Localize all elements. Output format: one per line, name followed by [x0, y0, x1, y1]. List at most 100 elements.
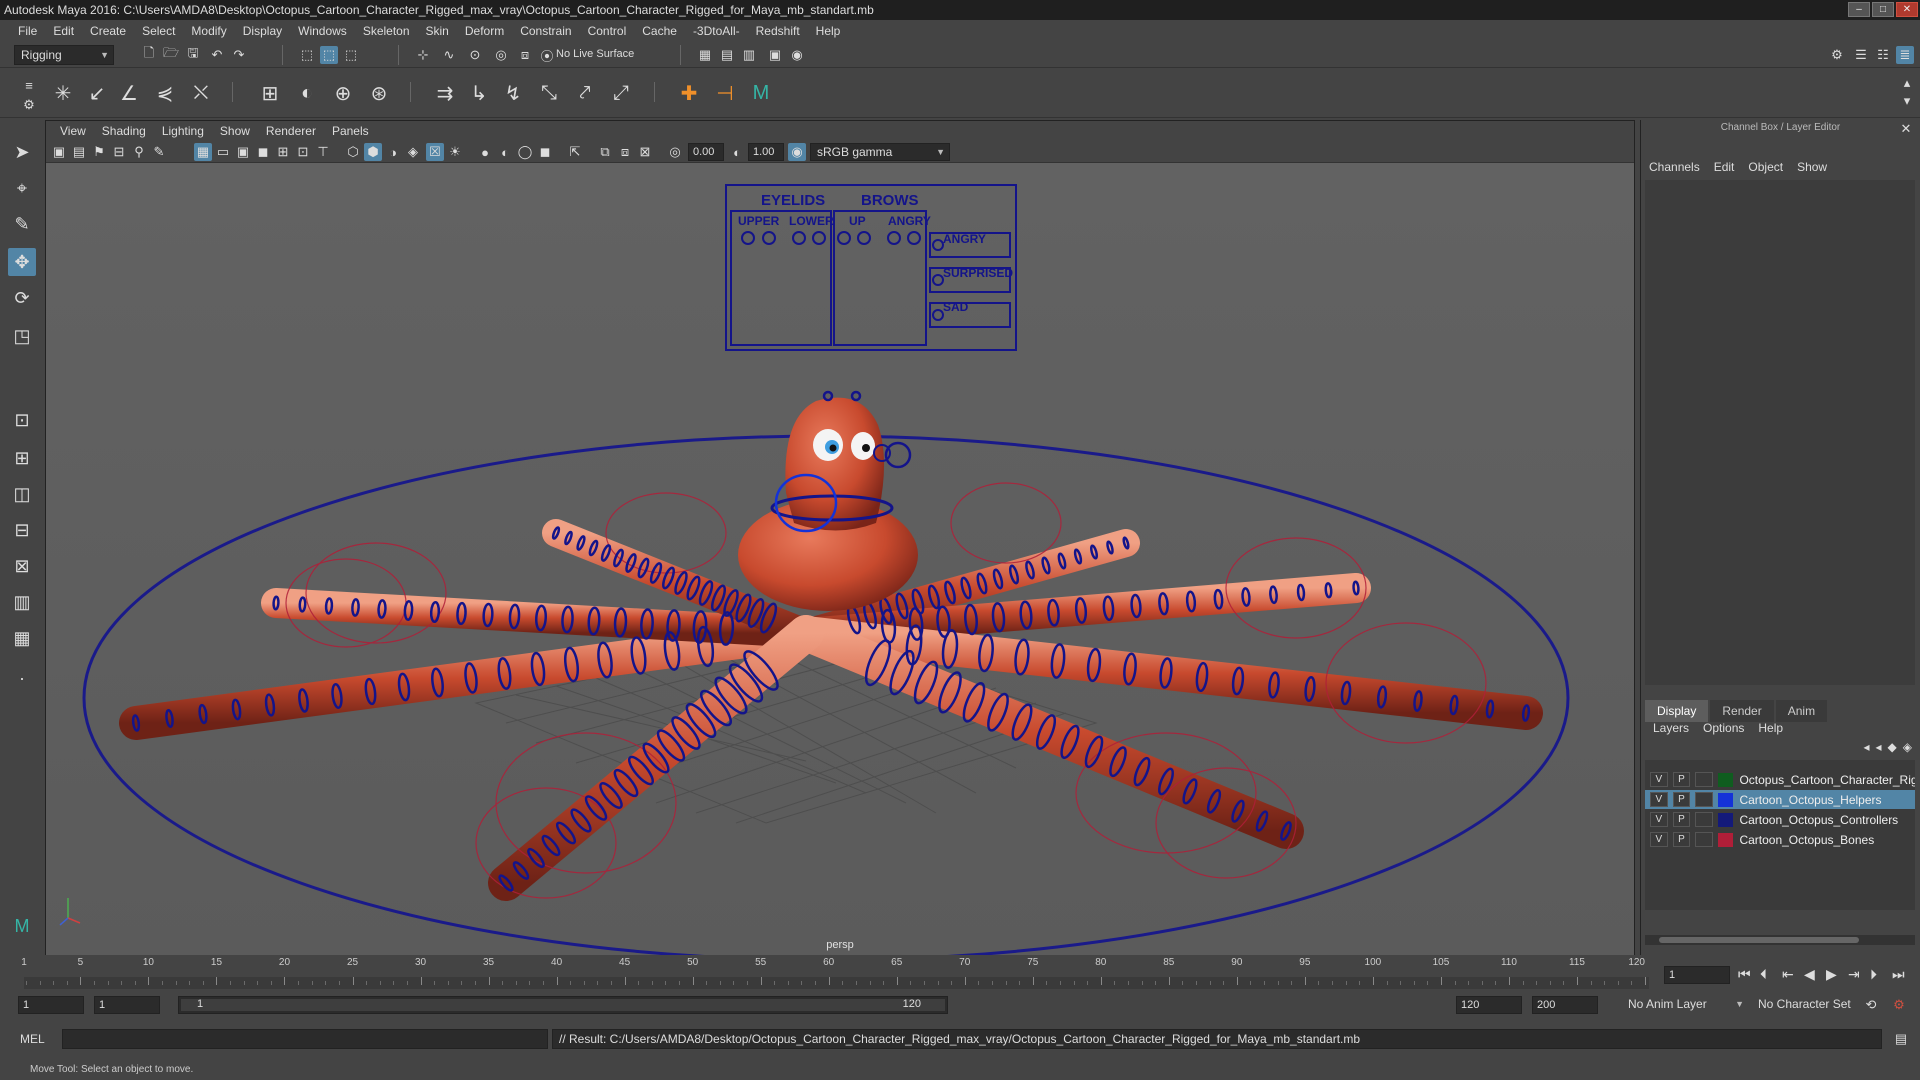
channel-box-icon[interactable]: ≣ — [1896, 46, 1914, 64]
close-icon[interactable]: ✕ — [1897, 120, 1915, 138]
view-transform-selector[interactable]: sRGB gamma ▼ — [810, 143, 950, 161]
layer-color-swatch[interactable] — [1717, 832, 1734, 847]
select-tool-icon[interactable]: ➤ — [8, 138, 36, 166]
script-language-toggle[interactable]: MEL — [20, 1032, 45, 1046]
go-to-end-icon[interactable]: ⏭ — [1892, 966, 1905, 983]
grid-toggle-icon[interactable]: ▦ — [194, 143, 212, 161]
current-frame-field[interactable]: 1 — [1664, 966, 1730, 984]
open-scene-icon[interactable]: 🗁 — [162, 45, 180, 64]
menu-windows[interactable]: Windows — [290, 24, 355, 38]
visibility-toggle[interactable]: V — [1650, 772, 1668, 787]
mirror-joint-icon[interactable]: ⛌ — [186, 78, 216, 108]
layer-color-swatch[interactable] — [1717, 772, 1734, 787]
redo-icon[interactable]: ↷ — [230, 46, 248, 64]
snap-view-icon[interactable]: ◎ — [492, 46, 510, 64]
bind-skin-icon[interactable]: ⊞ — [255, 78, 285, 108]
xray-icon[interactable]: ⧉ — [596, 143, 614, 161]
bookmark-icon[interactable]: ⚑ — [90, 143, 108, 161]
playback-start-field[interactable]: 1 — [94, 996, 160, 1014]
head-top-control-left[interactable] — [822, 390, 834, 402]
joint-tool-icon[interactable]: ✳ — [48, 78, 78, 108]
tab-display[interactable]: Display — [1645, 700, 1709, 722]
snap-curve-icon[interactable]: ∿ — [440, 46, 458, 64]
save-scene-icon[interactable]: 🖫 — [184, 45, 202, 64]
use-all-lights-icon[interactable]: ☒ — [426, 143, 444, 161]
isolate-select-icon[interactable]: ⇱ — [566, 143, 584, 161]
menu-cache[interactable]: Cache — [634, 24, 685, 38]
close-button[interactable]: ✕ — [1896, 2, 1918, 17]
tab-render[interactable]: Render — [1710, 700, 1774, 722]
create-ik-fk-icon[interactable]: ⊣ — [710, 78, 740, 108]
move-layer-down-icon[interactable]: ◂ — [1876, 740, 1882, 754]
range-slider[interactable]: 1 120 — [178, 996, 948, 1014]
live-surface-label[interactable]: No Live Surface — [556, 48, 634, 60]
menu-display[interactable]: Display — [235, 24, 290, 38]
exposure-field[interactable]: 0.00 — [688, 143, 724, 161]
smooth-shade-icon[interactable]: ⬢ — [364, 143, 382, 161]
playback-toggle[interactable]: P — [1672, 792, 1691, 807]
display-type-toggle[interactable] — [1695, 792, 1713, 807]
select-component-icon[interactable]: ⬚ — [342, 46, 360, 64]
panel-menu-lighting[interactable]: Lighting — [154, 124, 212, 138]
cluster-icon[interactable]: ⊛ — [364, 78, 394, 108]
scrollbar-thumb[interactable] — [1659, 937, 1859, 943]
layout-menu-icon[interactable]: · — [8, 664, 36, 692]
play-forwards-icon[interactable]: ▶ — [1826, 966, 1837, 983]
scale-constraint-icon[interactable]: ⤡ — [534, 78, 564, 108]
insert-joint-icon[interactable]: ⋞ — [150, 78, 180, 108]
range-slider-fill[interactable] — [181, 999, 945, 1011]
go-to-start-icon[interactable]: ⏮ — [1738, 966, 1751, 983]
resolution-gate-icon[interactable]: ▣ — [234, 143, 252, 161]
layer-color-swatch[interactable] — [1717, 812, 1734, 827]
ipr-render-icon[interactable]: ▥ — [740, 46, 758, 64]
paint-weights-icon[interactable]: ◐ — [292, 78, 322, 108]
wireframe-icon[interactable]: ⬡ — [344, 143, 362, 161]
playback-toggle[interactable]: P — [1672, 812, 1691, 827]
help-menu[interactable]: Help — [1758, 721, 1783, 735]
panel-menu-renderer[interactable]: Renderer — [258, 124, 324, 138]
lattice-icon[interactable]: ⊕ — [328, 78, 358, 108]
display-type-toggle[interactable] — [1695, 812, 1713, 827]
visibility-toggle[interactable]: V — [1650, 812, 1668, 827]
shelf-scroll-down-icon[interactable]: ▾ — [1898, 92, 1916, 110]
rotate-tool-icon[interactable]: ⟳ — [8, 284, 36, 312]
panel-menu-panels[interactable]: Panels — [324, 124, 377, 138]
move-layer-up-icon[interactable]: ◂ — [1863, 740, 1869, 754]
play-backwards-icon[interactable]: ◀ — [1804, 966, 1815, 983]
object-menu[interactable]: Object — [1748, 160, 1783, 174]
ik-handle-icon[interactable]: ↙ — [82, 78, 112, 108]
layer-color-swatch[interactable] — [1717, 792, 1734, 807]
3d-viewport[interactable]: EYELIDS BROWS UPPER LOWER UP ANGRY ANGRY… — [46, 163, 1634, 955]
safe-action-icon[interactable]: ⊡ — [294, 143, 312, 161]
image-plane-icon[interactable]: ⊟ — [110, 143, 128, 161]
xray-joints-icon[interactable]: ⧈ — [616, 143, 634, 161]
move-tool-icon[interactable]: ✥ — [8, 248, 36, 276]
gate-mask-icon[interactable]: ◼ — [254, 143, 272, 161]
snap-point-icon[interactable]: ⊙ — [466, 46, 484, 64]
snap-pivot-icon[interactable]: ⦿ — [538, 46, 556, 64]
panel-menu-shading[interactable]: Shading — [94, 124, 154, 138]
menu-control[interactable]: Control — [580, 24, 635, 38]
select-object-icon[interactable]: ⬚ — [320, 46, 338, 64]
auto-key-icon[interactable]: ⟲ — [1862, 996, 1880, 1014]
show-menu[interactable]: Show — [1797, 160, 1827, 174]
menu-help[interactable]: Help — [808, 24, 849, 38]
wireframe-on-shaded-icon[interactable]: ◑ — [384, 143, 402, 161]
step-forward-key-icon[interactable]: ⇥ — [1848, 966, 1860, 983]
layer-row[interactable]: V P Cartoon_Octopus_Controllers — [1645, 810, 1915, 829]
panel-menu-view[interactable]: View — [52, 124, 94, 138]
graph-view-icon[interactable]: ⊠ — [8, 552, 36, 580]
menu-create[interactable]: Create — [82, 24, 134, 38]
step-forward-icon[interactable]: ⏵ — [1870, 966, 1877, 983]
playback-toggle[interactable]: P — [1672, 772, 1691, 787]
channels-menu[interactable]: Channels — [1649, 160, 1700, 174]
display-type-toggle[interactable] — [1695, 772, 1713, 787]
xray-components-icon[interactable]: ⊠ — [636, 143, 654, 161]
exposure-icon[interactable]: ◎ — [666, 143, 684, 161]
safe-title-icon[interactable]: ⊤ — [314, 143, 332, 161]
minimize-button[interactable]: – — [1848, 2, 1870, 17]
menu-skeleton[interactable]: Skeleton — [355, 24, 418, 38]
shadows-icon[interactable]: ☀ — [446, 143, 464, 161]
time-slider[interactable]: 1 5 10 15 20 25 30 35 40 45 50 55 60 65 70 75 80 85 90 95 1… — [20, 957, 1660, 1011]
aim-constraint-icon[interactable]: ⤤ — [570, 78, 600, 108]
